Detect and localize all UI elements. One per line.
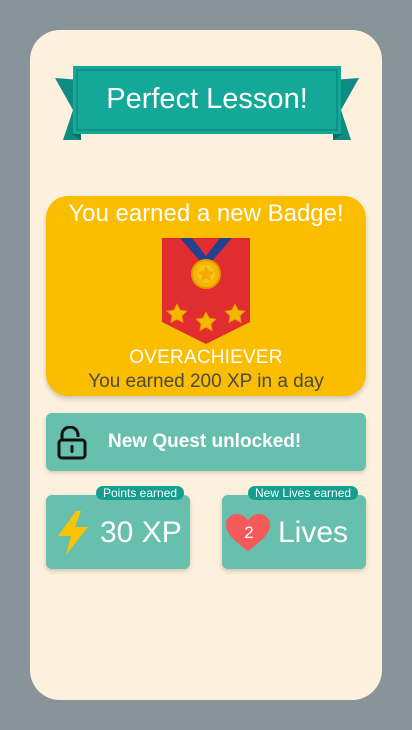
quest-unlocked-button[interactable]: New Quest unlocked! <box>46 413 366 471</box>
badge-heading: You earned a new Badge! <box>68 200 344 227</box>
badge-name: OVERACHIEVER <box>129 347 283 368</box>
lives-count: 2 <box>244 523 254 542</box>
points-earned-card: 30 XP <box>46 495 190 569</box>
lightning-bolt-icon <box>58 511 88 555</box>
points-earned-tag: Points earned <box>96 486 185 500</box>
unlocked-padlock-icon <box>57 426 87 460</box>
medal-badge-icon <box>162 238 250 344</box>
badge-description: You earned 200 XP in a day <box>88 371 324 392</box>
quest-label: New Quest unlocked! <box>108 431 302 452</box>
badge-panel: You earned a new Badge! OVERACHIEVER You… <box>46 196 366 396</box>
lives-earned-tag: New Lives earned <box>248 486 359 500</box>
page-title: Perfect Lesson! <box>106 82 308 115</box>
points-value: 30 XP <box>100 516 182 549</box>
lives-label: Lives <box>278 516 349 549</box>
lives-earned-card: 2 Lives <box>222 495 366 569</box>
title-banner: Perfect Lesson! <box>55 66 359 146</box>
